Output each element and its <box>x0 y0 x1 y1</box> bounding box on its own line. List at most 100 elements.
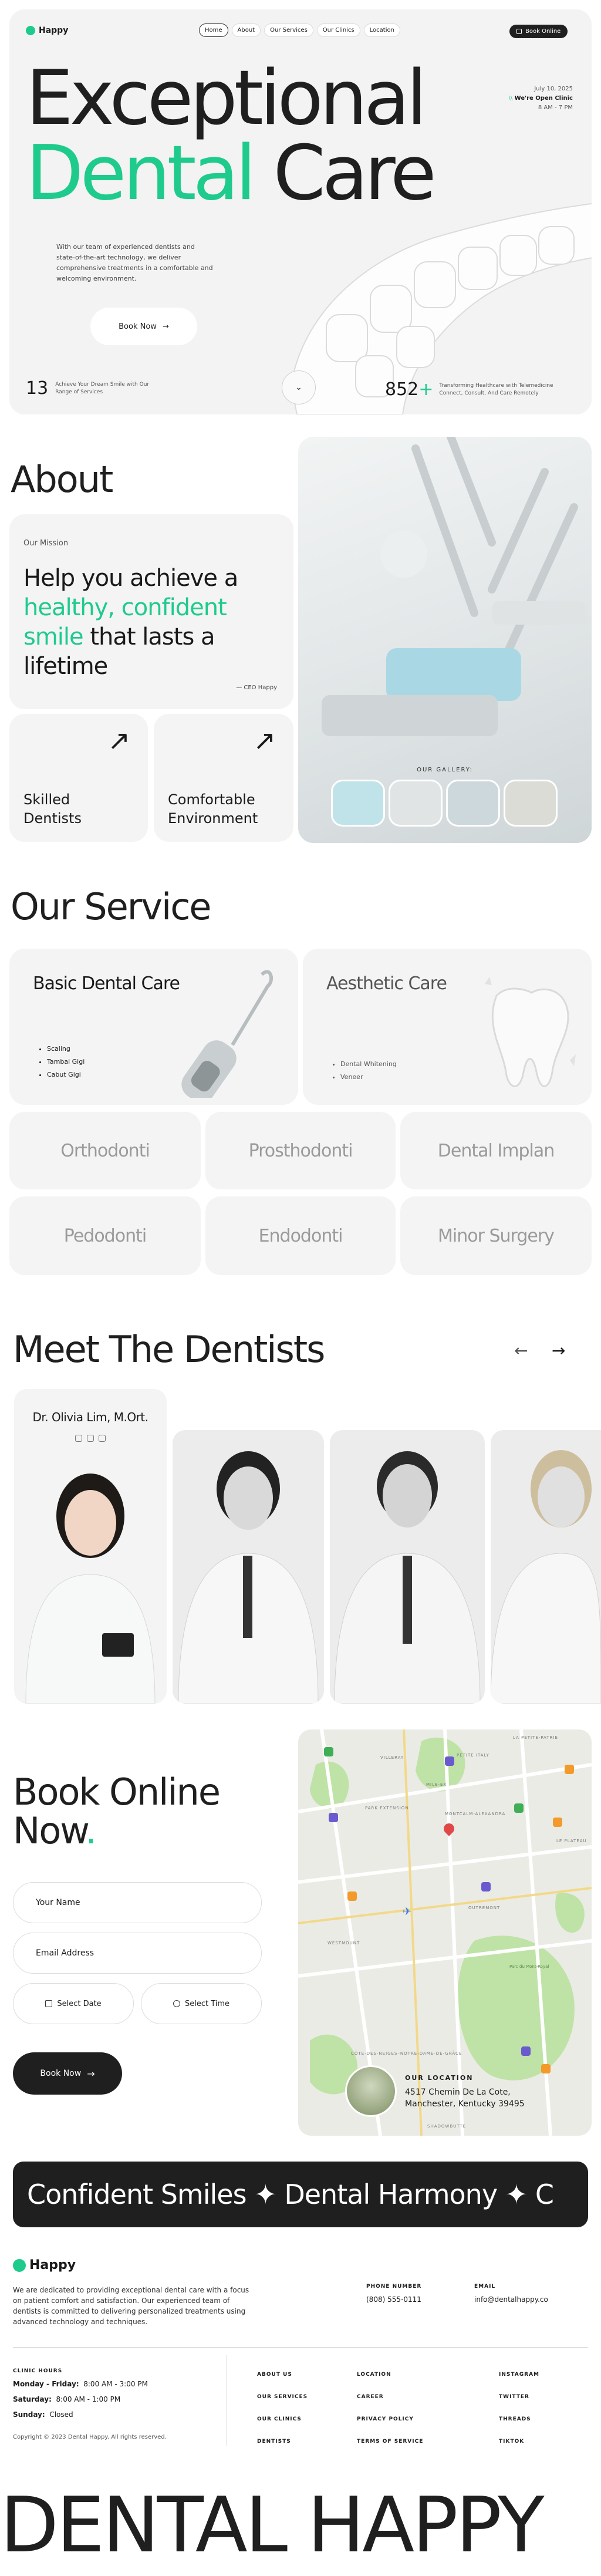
clinic-thumbnail <box>345 2065 397 2117</box>
next-arrow-button[interactable]: → <box>552 1341 565 1360</box>
dentist-photo <box>178 1451 319 1704</box>
footer-link[interactable]: LOCATION <box>357 2363 423 2386</box>
service-prosthodonti[interactable]: Prosthodonti <box>205 1112 396 1189</box>
airport-marker-icon[interactable]: ✈ <box>403 1906 411 1918</box>
footer-link[interactable]: TWITTER <box>499 2386 539 2408</box>
footer-logo[interactable]: Happy <box>13 2258 76 2272</box>
service-aesthetic-care[interactable]: Aesthetic Care Dental Whitening Veneer <box>303 949 592 1105</box>
main-nav: Home About Our Services Our Clinics Loca… <box>199 23 400 37</box>
feature-skilled-dentists[interactable]: ↗ Skilled Dentists <box>9 714 148 842</box>
nav-our-services[interactable]: Our Services <box>264 23 313 37</box>
service-basic-dental-care[interactable]: Basic Dental Care Scaling Tambal Gigi Ca… <box>9 949 298 1105</box>
instagram-icon[interactable] <box>75 1435 82 1442</box>
footer-link[interactable]: ABOUT US <box>257 2363 308 2386</box>
stat-services: 13 Achieve Your Dream Smile with Our Ran… <box>26 378 150 399</box>
dentist-photo <box>334 1451 481 1704</box>
ceo-signature: — CEO Happy <box>236 685 277 691</box>
clinic-photo: OUR GALLERY: <box>298 437 592 843</box>
bank-marker-icon[interactable] <box>514 1803 524 1813</box>
tooth-icon <box>485 977 576 1087</box>
arrow-right-icon: → <box>87 2068 95 2079</box>
footer-link[interactable]: TIKTOK <box>499 2430 539 2453</box>
clinic-hours: CLINIC HOURS Monday - Friday: 8:00 AM - … <box>13 2368 148 2419</box>
name-input[interactable]: Your Name <box>13 1882 262 1923</box>
location-info: OUR LOCATION 4517 Chemin De La Cote, Man… <box>345 2065 525 2117</box>
school-marker-icon[interactable] <box>445 1756 454 1766</box>
footer-email: EMAIL info@dentalhappy.co <box>474 2284 548 2304</box>
dentist-photo <box>25 1474 156 1704</box>
hero-book-now-button[interactable]: Book Now → <box>90 308 197 345</box>
footer-link[interactable]: INSTAGRAM <box>499 2363 539 2386</box>
dentist-card[interactable] <box>330 1430 485 1704</box>
footer-link[interactable]: THREADS <box>499 2408 539 2430</box>
hero-section: Happy Home About Our Services Our Clinic… <box>9 9 592 414</box>
bank-marker-icon[interactable] <box>324 1747 333 1756</box>
footer-link[interactable]: CAREER <box>357 2386 423 2408</box>
book-online-button[interactable]: Book Online <box>509 25 568 38</box>
email-input[interactable]: Email Address <box>13 1933 262 1974</box>
arrow-up-right-icon: ↗ <box>253 724 276 756</box>
scroll-down-button[interactable]: ⌄ <box>282 370 316 404</box>
time-picker[interactable]: Select Time <box>141 1983 262 2024</box>
social-icons <box>75 1435 106 1442</box>
shop-marker-icon[interactable] <box>565 1765 574 1774</box>
footer-link[interactable]: OUR CLINICS <box>257 2408 308 2430</box>
nav-our-clinics[interactable]: Our Clinics <box>316 23 360 37</box>
gallery-thumb[interactable] <box>389 780 443 827</box>
service-minor-surgery[interactable]: Minor Surgery <box>400 1196 592 1275</box>
dentist-card-featured[interactable]: Dr. Olivia Lim, M.Ort. <box>14 1389 167 1704</box>
tooth-logo-icon <box>13 2258 26 2272</box>
school-marker-icon[interactable] <box>481 1882 491 1891</box>
service-endodonti[interactable]: Endodonti <box>205 1196 396 1275</box>
footer-big-wordmark: DENTAL HAPPY <box>0 2480 545 2570</box>
dentist-card[interactable] <box>173 1430 324 1704</box>
footer-description: We are dedicated to providing exceptiona… <box>13 2286 249 2326</box>
school-marker-icon[interactable] <box>329 1813 338 1822</box>
footer-link[interactable]: TERMS OF SERVICE <box>357 2430 423 2453</box>
gallery-thumb[interactable] <box>331 780 385 827</box>
marquee-banner: Confident Smiles ✦ Dental Harmony ✦ C <box>13 2162 588 2227</box>
gallery-thumbnails <box>331 780 558 827</box>
footer-col-pages: ABOUT US OUR SERVICES OUR CLINICS DENTIS… <box>257 2363 308 2453</box>
mission-card: Our Mission Help you achieve a healthy, … <box>9 514 293 709</box>
brand-logo[interactable]: Happy <box>26 26 68 35</box>
dentist-card[interactable] <box>491 1430 601 1704</box>
school-marker-icon[interactable] <box>521 2046 531 2056</box>
service-orthodonti[interactable]: Orthodonti <box>9 1112 201 1189</box>
nav-home[interactable]: Home <box>199 23 228 37</box>
service-title: Our Service <box>11 885 211 928</box>
footer-link[interactable]: PRIVACY POLICY <box>357 2408 423 2430</box>
gallery-thumb[interactable] <box>446 780 500 827</box>
nav-location[interactable]: Location <box>363 23 400 37</box>
service-dental-implan[interactable]: Dental Implan <box>400 1112 592 1189</box>
shop-marker-icon[interactable] <box>541 2064 551 2073</box>
nav-about[interactable]: About <box>231 23 261 37</box>
service-pedodonti[interactable]: Pedodonti <box>9 1196 201 1275</box>
shop-marker-icon[interactable] <box>553 1818 562 1827</box>
footer-link[interactable]: DENTISTS <box>257 2430 308 2453</box>
dentist-name: Dr. Olivia Lim, M.Ort. <box>32 1410 148 1424</box>
twitter-icon[interactable] <box>87 1435 94 1442</box>
footer-col-social: INSTAGRAM TWITTER THREADS TIKTOK <box>499 2363 539 2453</box>
calendar-icon <box>516 29 522 34</box>
open-info: July 10, 2025 \\ We're Open Clinic 8 AM … <box>508 86 573 111</box>
copyright: Copyright © 2023 Dental Happy. All right… <box>13 2434 167 2440</box>
booking-title: Book Online Now. <box>13 1771 221 1852</box>
feature-comfortable-environment[interactable]: ↗ Comfortable Environment <box>154 714 293 842</box>
gallery-thumb[interactable] <box>504 780 558 827</box>
footer-link[interactable]: OUR SERVICES <box>257 2386 308 2408</box>
ampersand-icon: \\ <box>508 95 515 102</box>
date-picker[interactable]: Select Date <box>13 1983 134 2024</box>
booking-submit-button[interactable]: Book Now → <box>13 2052 122 2095</box>
prev-arrow-button[interactable]: ← <box>514 1341 528 1360</box>
shop-marker-icon[interactable] <box>347 1891 357 1901</box>
tooth-logo-icon <box>26 26 35 35</box>
aesthetic-care-list: Dental Whitening Veneer <box>340 1058 397 1084</box>
footer-phone: PHONE NUMBER (808) 555-0111 <box>366 2284 422 2304</box>
linkedin-icon[interactable] <box>99 1435 106 1442</box>
arrow-right-icon: → <box>162 322 169 331</box>
dental-tool-icon <box>181 970 274 1098</box>
location-map[interactable]: LA PETITE-PATRIE PETITE ITALY MILE-EX PA… <box>298 1729 592 2136</box>
hero-description: With our team of experienced dentists an… <box>56 243 213 282</box>
about-title: About <box>11 458 113 501</box>
